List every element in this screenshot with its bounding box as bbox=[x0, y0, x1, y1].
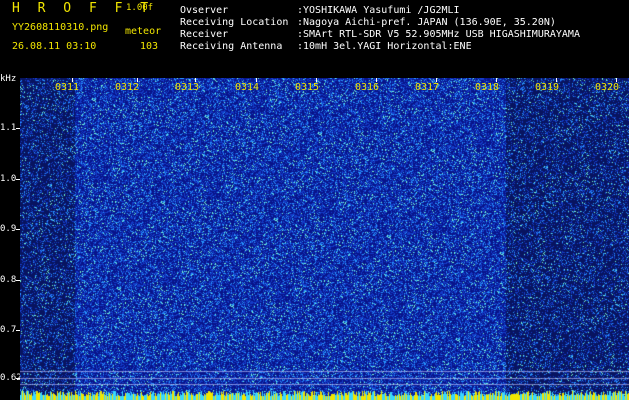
x-tick-label: 0318 bbox=[475, 82, 500, 93]
x-tick-label: 0311 bbox=[55, 82, 80, 93]
datetime-label: 26.08.11 03:10 bbox=[12, 41, 97, 52]
x-tick-label: 0317 bbox=[415, 82, 440, 93]
x-tick-label: 0320 bbox=[595, 82, 620, 93]
spectrogram-plot bbox=[20, 78, 629, 400]
receiver-label: Receiver bbox=[180, 29, 229, 40]
x-tick-label: 0315 bbox=[295, 82, 320, 93]
location-value: :Nagoya Aichi-pref. JAPAN (136.90E, 35.2… bbox=[297, 17, 556, 28]
x-tick-label: 0312 bbox=[115, 82, 140, 93]
x-tick-label: 0314 bbox=[235, 82, 260, 93]
y-tick-label: 0.8 bbox=[0, 275, 17, 285]
y-tick-label: 0.7 bbox=[0, 325, 17, 335]
count-label: 103 bbox=[140, 41, 159, 52]
y-tick-label: 1.1 bbox=[0, 123, 17, 133]
y-tick-label: 1.0 bbox=[0, 174, 17, 184]
observer-value: :YOSHIKAWA Yasufumi /JG2MLI bbox=[297, 5, 460, 16]
location-label: Receiving Location bbox=[180, 17, 289, 28]
antenna-value: :10mH 3el.YAGI Horizontal:ENE bbox=[297, 41, 472, 52]
version-label: 1.00f bbox=[126, 3, 154, 13]
y-axis-unit: kHz bbox=[0, 74, 17, 84]
mode-label: meteor bbox=[125, 26, 162, 37]
observer-label: Ovserver bbox=[180, 5, 229, 16]
antenna-label: Receiving Antenna bbox=[180, 41, 283, 52]
header-panel: H R O F F T 1.00f YY2608110310.png meteo… bbox=[0, 0, 629, 78]
x-tick-label: 0313 bbox=[175, 82, 200, 93]
receiver-value: :SMArt RTL-SDR V5 52.905MHz USB HIGASHIM… bbox=[297, 29, 580, 40]
y-tick-label: 0.9 bbox=[0, 224, 17, 234]
x-tick-label: 0319 bbox=[535, 82, 560, 93]
x-tick-label: 0316 bbox=[355, 82, 380, 93]
spectrogram-canvas bbox=[20, 78, 629, 400]
file-name: YY2608110310.png bbox=[12, 22, 109, 33]
